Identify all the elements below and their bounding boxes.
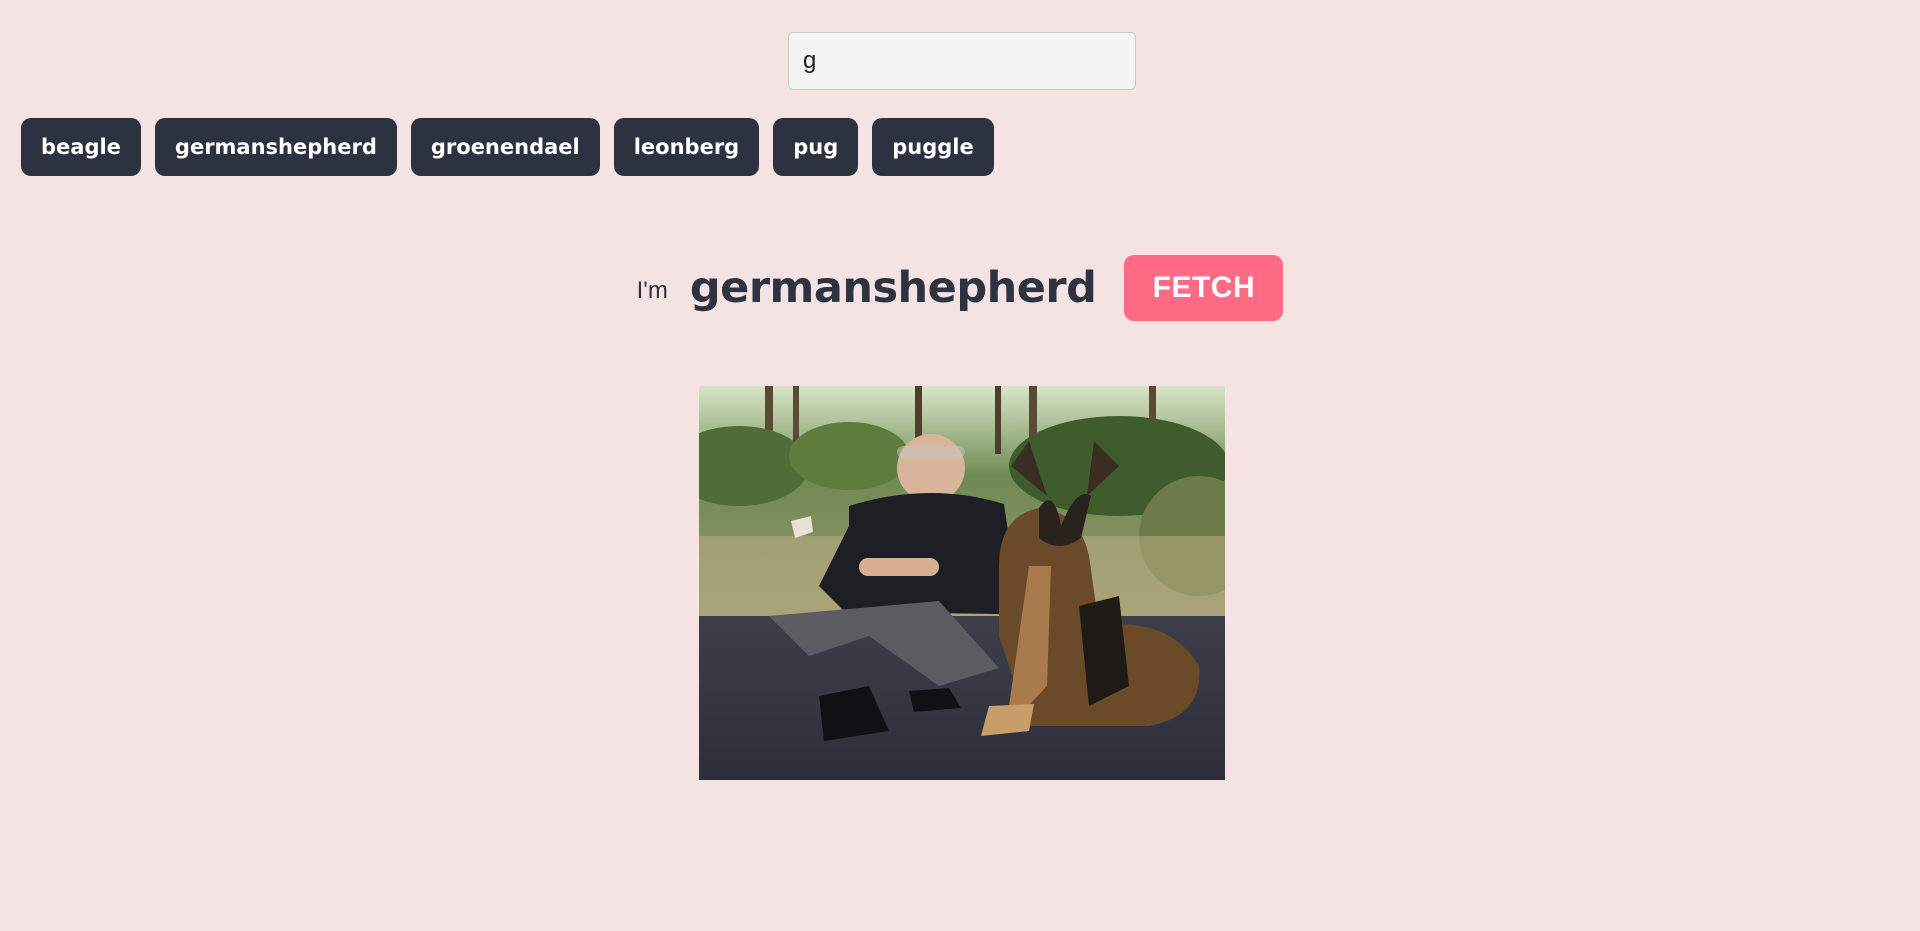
- breed-chip-puggle[interactable]: puggle: [872, 118, 994, 176]
- breed-chip-germanshepherd[interactable]: germanshepherd: [154, 118, 397, 176]
- breed-search-input[interactable]: [788, 32, 1136, 90]
- search-container: [788, 32, 1136, 90]
- breed-chip-pug[interactable]: pug: [773, 118, 859, 176]
- breed-chip-leonberg[interactable]: leonberg: [613, 118, 760, 176]
- im-label: I'm: [636, 277, 668, 304]
- breed-chip-beagle[interactable]: beagle: [21, 118, 141, 176]
- fetch-button[interactable]: FETCH: [1124, 255, 1284, 321]
- breed-chip-groenendael[interactable]: groenendael: [410, 118, 600, 176]
- selected-breed-header: I'm germanshepherd FETCH: [0, 254, 1920, 322]
- selected-breed-title: germanshepherd: [689, 263, 1097, 313]
- dog-photo: [699, 386, 1225, 780]
- breed-chip-list: beagle germanshepherd groenendael leonbe…: [21, 118, 994, 176]
